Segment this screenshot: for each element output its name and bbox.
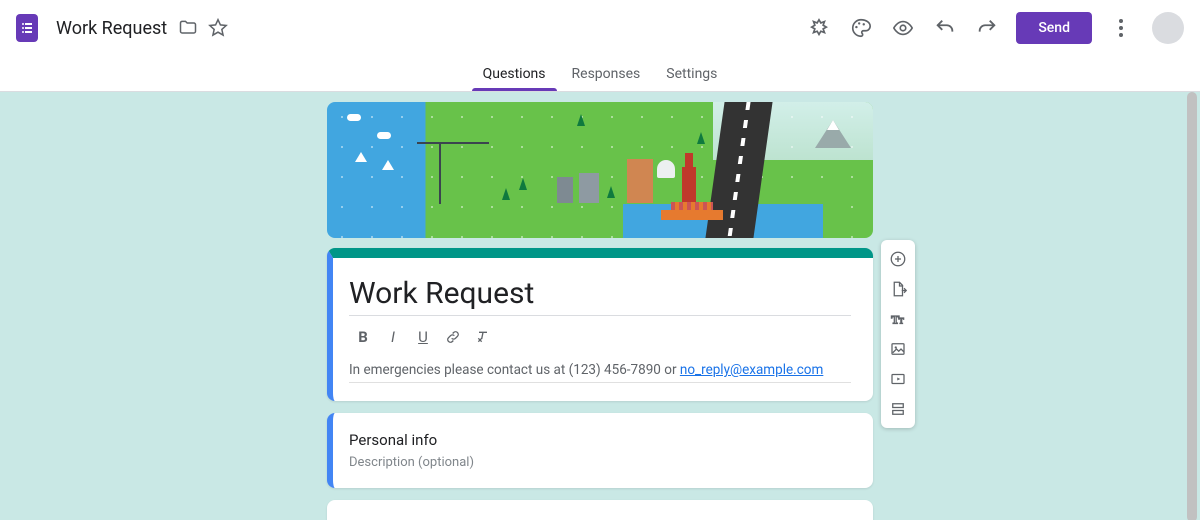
header-image[interactable] — [327, 102, 873, 238]
form-description[interactable]: In emergencies please contact us at (123… — [349, 362, 851, 383]
format-toolbar: B I U — [349, 322, 851, 352]
more-icon[interactable] — [1100, 7, 1142, 49]
theme-icon[interactable] — [840, 7, 882, 49]
underline-icon[interactable]: U — [409, 324, 437, 350]
tab-settings[interactable]: Settings — [653, 56, 730, 91]
redo-icon[interactable] — [966, 7, 1008, 49]
section-card[interactable]: Personal info Description (optional) — [327, 413, 873, 488]
import-questions-icon[interactable] — [884, 275, 912, 303]
move-to-folder-icon[interactable] — [177, 17, 199, 39]
doc-title[interactable]: Work Request — [56, 18, 167, 39]
form-title[interactable]: Work Request — [349, 276, 851, 316]
forms-logo-icon[interactable] — [16, 14, 38, 42]
form-description-text: In emergencies please contact us at (123… — [349, 362, 680, 378]
question-card[interactable]: Name * Short-answer text — [327, 500, 873, 520]
add-title-icon[interactable]: TT — [884, 305, 912, 333]
scrollbar[interactable] — [1187, 92, 1197, 520]
add-video-icon[interactable] — [884, 365, 912, 393]
tab-responses[interactable]: Responses — [559, 56, 654, 91]
svg-text:T: T — [899, 317, 904, 326]
bold-icon[interactable]: B — [349, 324, 377, 350]
star-icon[interactable] — [207, 17, 229, 39]
send-button[interactable]: Send — [1016, 12, 1092, 44]
title-card[interactable]: Work Request B I U In emergencies please… — [327, 248, 873, 401]
add-section-icon[interactable] — [884, 395, 912, 423]
italic-icon[interactable]: I — [379, 324, 407, 350]
add-question-icon[interactable] — [884, 245, 912, 273]
account-avatar[interactable] — [1152, 12, 1184, 44]
tabs: Questions Responses Settings — [0, 56, 1200, 92]
side-toolbar: TT — [881, 240, 915, 428]
topbar: Work Request Send — [0, 0, 1200, 56]
addons-icon[interactable] — [798, 7, 840, 49]
clear-format-icon[interactable] — [469, 324, 497, 350]
section-description[interactable]: Description (optional) — [349, 455, 851, 470]
preview-icon[interactable] — [882, 7, 924, 49]
add-image-icon[interactable] — [884, 335, 912, 363]
form-canvas: Work Request B I U In emergencies please… — [0, 92, 1200, 520]
link-icon[interactable] — [439, 324, 467, 350]
tab-questions[interactable]: Questions — [470, 56, 559, 91]
section-title[interactable]: Personal info — [349, 431, 851, 449]
form-description-link[interactable]: no_reply@example.com — [680, 362, 823, 378]
undo-icon[interactable] — [924, 7, 966, 49]
